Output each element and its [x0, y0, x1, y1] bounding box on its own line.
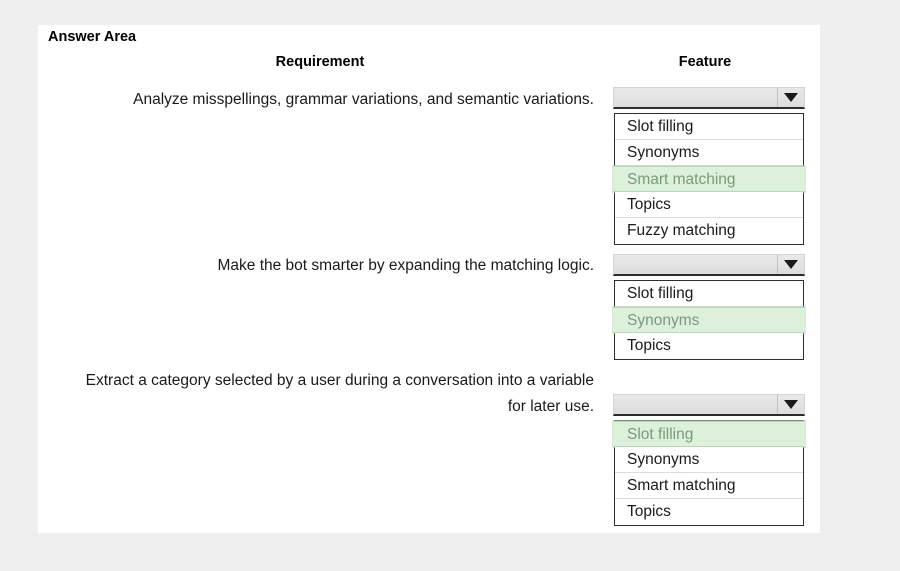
- dropdown-option[interactable]: Topics: [615, 499, 803, 525]
- feature-dropdown-button-1[interactable]: [613, 87, 805, 109]
- column-header-feature: Feature: [678, 54, 732, 70]
- feature-dropdown-list-3[interactable]: Slot filling Synonyms Smart matching Top…: [613, 420, 805, 526]
- dropdown-option-selected[interactable]: Smart matching: [613, 166, 805, 192]
- dropdown-option-selected[interactable]: Synonyms: [613, 307, 805, 333]
- dropdown-option[interactable]: Topics: [615, 192, 803, 218]
- column-header-requirement: Requirement: [275, 54, 365, 70]
- chevron-down-icon[interactable]: [777, 395, 804, 414]
- dropdown-option[interactable]: Topics: [615, 333, 803, 359]
- dropdown-option[interactable]: Synonyms: [615, 447, 803, 473]
- dropdown-option-selected[interactable]: Slot filling: [613, 421, 805, 447]
- requirement-text-1: Analyze misspellings, grammar variations…: [133, 91, 594, 108]
- requirement-text-2: Make the bot smarter by expanding the ma…: [217, 257, 594, 274]
- feature-dropdown-list-2[interactable]: Slot filling Synonyms Topics: [613, 280, 805, 360]
- dropdown-option[interactable]: Smart matching: [615, 473, 803, 499]
- dropdown-option[interactable]: Fuzzy matching: [615, 218, 803, 244]
- answer-area-card: Answer Area Requirement Feature Analyze …: [38, 25, 820, 533]
- dropdown-option[interactable]: Slot filling: [615, 114, 803, 140]
- chevron-down-icon[interactable]: [777, 88, 804, 107]
- requirement-text-3: Extract a category selected by a user du…: [85, 372, 594, 415]
- answer-area-title: Answer Area: [48, 29, 137, 45]
- dropdown-option[interactable]: Slot filling: [615, 281, 803, 307]
- dropdown-option[interactable]: Synonyms: [615, 140, 803, 166]
- chevron-down-icon[interactable]: [777, 255, 804, 274]
- feature-dropdown-button-3[interactable]: [613, 394, 805, 416]
- feature-dropdown-list-1[interactable]: Slot filling Synonyms Smart matching Top…: [613, 113, 805, 245]
- feature-dropdown-button-2[interactable]: [613, 254, 805, 276]
